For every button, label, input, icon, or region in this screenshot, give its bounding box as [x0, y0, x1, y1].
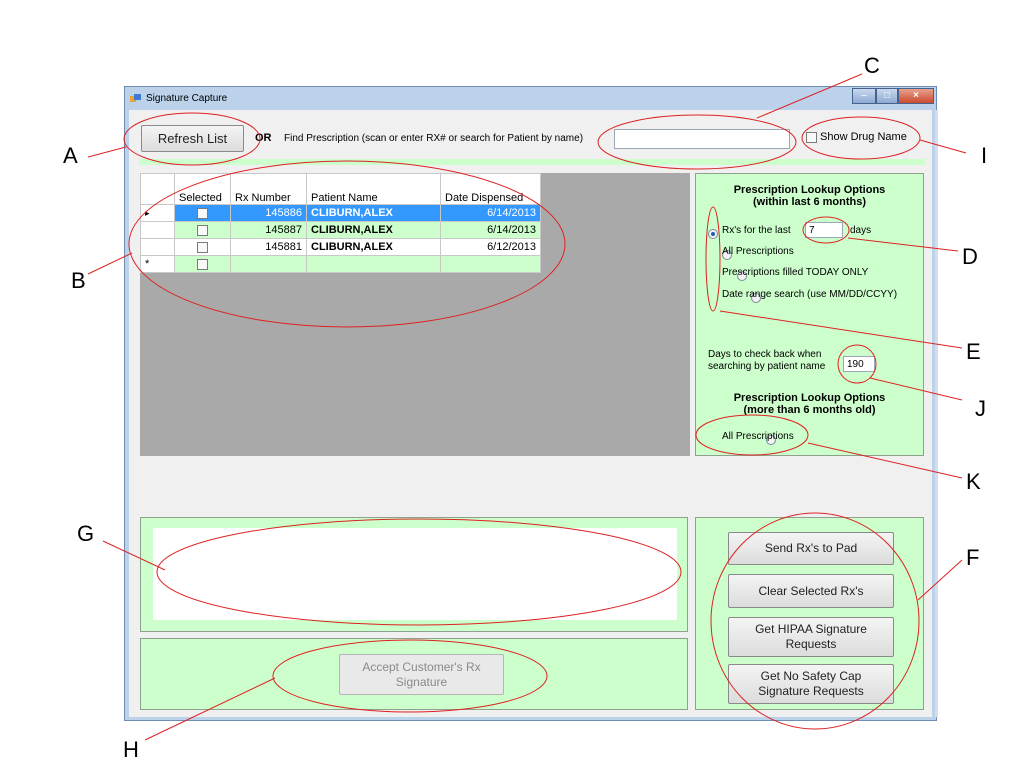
callout-d: D	[962, 244, 978, 269]
callout-ellipse-a	[123, 112, 261, 166]
callout-line-k	[807, 442, 963, 479]
callout-f: F	[966, 545, 980, 570]
callout-line-f	[917, 559, 963, 601]
callout-line-c	[756, 73, 863, 119]
callout-ellipse-g	[156, 518, 682, 626]
annotation-overlay	[87, 73, 967, 741]
callout-line-i	[919, 139, 967, 154]
callout-k: K	[966, 469, 981, 494]
callout-ellipse-i	[801, 116, 921, 160]
callout-ellipse-d	[802, 216, 850, 244]
callout-a: A	[63, 143, 78, 168]
callout-g: G	[77, 521, 95, 546]
callout-b: B	[71, 268, 86, 293]
callout-i: I	[981, 143, 988, 168]
callout-h: H	[123, 737, 139, 762]
callout-ellipse-f	[710, 512, 920, 730]
callout-ellipse-j	[837, 344, 877, 384]
callout-ellipse-b	[128, 160, 566, 328]
callout-line-g	[102, 540, 166, 571]
callout-ellipse-k	[695, 414, 809, 456]
callout-e: E	[966, 339, 981, 364]
callout-line-j	[869, 377, 963, 401]
callout-ellipse-e	[705, 206, 721, 312]
callout-c: C	[864, 53, 880, 78]
callout-line-b	[87, 252, 133, 275]
callout-ellipse-c	[597, 114, 797, 170]
callout-ellipse-h	[272, 639, 548, 713]
callout-line-d	[847, 237, 959, 252]
callout-line-a	[87, 146, 127, 158]
callout-j: J	[975, 396, 986, 421]
callout-line-h	[144, 677, 276, 741]
callout-line-e	[719, 310, 963, 349]
